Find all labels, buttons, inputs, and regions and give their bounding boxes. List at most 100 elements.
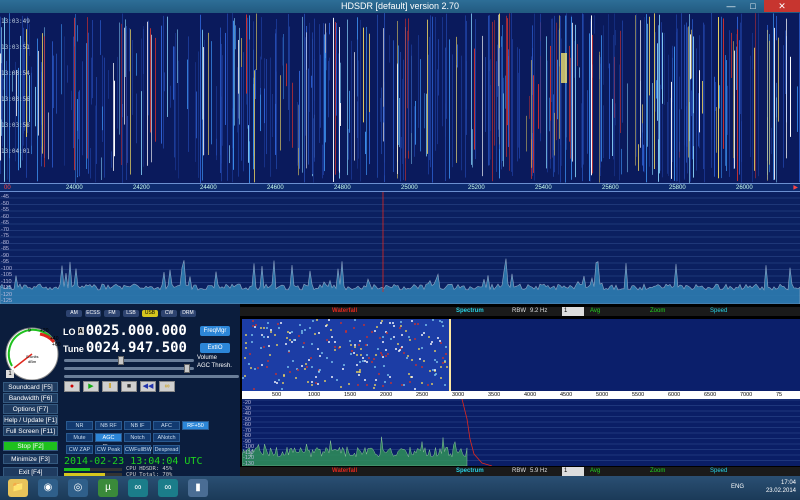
audio-freq-tick-label: 3500 xyxy=(488,392,501,398)
audio-freq-tick-label: 4500 xyxy=(560,392,573,398)
language-indicator[interactable]: ENG xyxy=(731,484,744,490)
audio-waterfall-image xyxy=(242,319,451,391)
dsp-button[interactable]: Despread xyxy=(153,445,180,454)
freq-tick-label: 25400 xyxy=(535,185,552,191)
arduino-2-icon[interactable]: ∞ xyxy=(158,479,178,497)
cpu-hdsdr-bar xyxy=(64,468,122,471)
audio-spectrum[interactable]: -20 -30 -40 -50 -60 -70 -80 -90 -100 -110 -120 -130 xyxy=(241,398,800,467)
audio-waterfall[interactable] xyxy=(242,319,800,391)
db-tick-label: -55 xyxy=(1,207,9,213)
arduino-icon[interactable]: ∞ xyxy=(128,479,148,497)
lo-value[interactable]: 0025.000.000 xyxy=(86,323,187,339)
transport-button[interactable]: ∞ xyxy=(159,381,175,392)
hdsdr-window: HDSDR [default] version 2.70 — □ ✕ 13:03… xyxy=(0,0,800,500)
tune-value[interactable]: 0024.947.500 xyxy=(86,340,187,356)
audio-freq-tick-label: 3000 xyxy=(452,392,465,398)
minimize-window-icon[interactable]: — xyxy=(720,0,742,12)
audio-freq-tick-label: 500 xyxy=(272,392,282,398)
volume-slider[interactable] xyxy=(64,356,194,365)
meter-badge[interactable]: 1 xyxy=(6,370,14,378)
utorrent-icon[interactable]: µ xyxy=(98,479,118,497)
bottom-rbw-label: RBW xyxy=(512,468,526,474)
bottom-spectrum-label: Spectrum xyxy=(456,468,484,474)
dsp-button[interactable]: ANotch xyxy=(153,433,180,442)
dsp-button[interactable]: Mute xyxy=(66,433,93,442)
app-circle-icon[interactable]: ◎ xyxy=(68,479,88,497)
volume-knob[interactable] xyxy=(118,356,124,365)
maximize-window-icon[interactable]: □ xyxy=(742,0,764,12)
transport-button[interactable]: ■ xyxy=(121,381,137,392)
main-spectrum[interactable]: -45 -50 -55 -60 -65 -70 -75 -80 -85 -90 -95 -100 -10… xyxy=(0,192,800,305)
freq-tick-label: 26000 xyxy=(736,185,753,191)
mode-cw-button[interactable]: CW xyxy=(161,310,177,317)
bottom-speed-label: Speed xyxy=(710,468,728,474)
audio-freq-tick-label: 5000 xyxy=(596,392,609,398)
audio-spectrum-trace xyxy=(241,398,800,467)
extio-button[interactable]: ExtIO xyxy=(200,343,230,353)
mode-lsb-button[interactable]: LSB xyxy=(123,310,139,317)
agc-knob[interactable] xyxy=(184,364,190,373)
close-window-icon[interactable]: ✕ xyxy=(764,0,800,12)
hdsdr-taskbar-icon[interactable]: ▮ xyxy=(188,479,208,497)
agc-slider[interactable] xyxy=(64,364,194,373)
main-waterfall[interactable]: 13:03:49 13:03:51 13:03:54 13:03:56 13:03:58… xyxy=(0,13,800,183)
mode-drm-button[interactable]: DRM xyxy=(180,310,196,317)
lo-frequency[interactable]: LO A 0025.000.000 xyxy=(63,323,187,339)
nav-button[interactable]: Options [F7] xyxy=(3,404,58,414)
nav-button[interactable]: Full Screen [F11] xyxy=(3,426,58,436)
transport-button[interactable]: ◀◀ xyxy=(140,381,156,392)
dsp-button[interactable]: NB IF xyxy=(124,421,151,430)
transport-button[interactable]: ● xyxy=(64,381,80,392)
tune-frequency[interactable]: Tune 0024.947.500 xyxy=(63,340,187,356)
dsp-button[interactable]: AGC Slow xyxy=(95,433,122,450)
chrome-icon[interactable]: ◉ xyxy=(38,479,58,497)
nav-button[interactable]: Help / Update [F1] xyxy=(3,415,58,425)
freq-tick-label: 25200 xyxy=(468,185,485,191)
meter-scale-9: 9 xyxy=(28,328,31,334)
mode-am-button[interactable]: AM xyxy=(66,310,82,317)
volume-label: Volume xyxy=(197,355,218,361)
db-tick-label: -90 xyxy=(1,252,9,259)
transport-button[interactable]: Ⅱ xyxy=(102,381,118,392)
audio-freq-tick-label: 2500 xyxy=(416,392,429,398)
dsp-button[interactable]: CW Peak xyxy=(95,445,122,454)
dsp-button[interactable]: Notch xyxy=(124,433,151,442)
dsp-button[interactable]: CWFullBW xyxy=(124,445,152,454)
frequency-axis[interactable]: 00 24000 24200 24400 24600 24800 25000 25200 25… xyxy=(0,183,800,192)
bottom-avg-select[interactable]: 1 xyxy=(562,467,584,476)
audio-freq-tick-label: 2000 xyxy=(380,392,393,398)
explorer-icon[interactable]: 📁 xyxy=(8,479,28,497)
control-panel: AM ECSS FM LSB USB CW DRM +20 +40 9 +60 S-unit… xyxy=(0,304,240,478)
dsp-button[interactable]: NR xyxy=(66,421,93,430)
freq-axis-end-arrow-icon[interactable]: ▶ xyxy=(793,184,798,192)
dsp-button[interactable]: CW ZAP xyxy=(66,445,93,454)
taskbar-clock[interactable]: 17:04 23.02.2014 xyxy=(766,479,796,495)
freqmgr-button[interactable]: FreqMgr xyxy=(200,326,230,336)
nav-button[interactable]: Minimize [F3] xyxy=(3,454,58,464)
dsp-button[interactable]: NB RF xyxy=(95,421,122,430)
windows-taskbar: 📁 ◉ ◎ µ ∞ ∞ ▮ ENG 17:04 23.02.2014 xyxy=(0,476,800,500)
mode-usb-button[interactable]: USB xyxy=(142,310,158,317)
audio-freq-tick-label: 7000 xyxy=(740,392,753,398)
nav-button[interactable]: Soundcard [F5] xyxy=(3,382,58,392)
db-tick-label: -100 xyxy=(1,265,13,272)
dsp-button[interactable]: RF+50 xyxy=(182,421,209,430)
transport-button[interactable]: ▶ xyxy=(83,381,99,392)
position-slider[interactable] xyxy=(64,375,239,378)
bottom-avg-label: Avg xyxy=(590,468,601,474)
nav-button[interactable]: Stop [F2] xyxy=(3,441,58,451)
window-title: HDSDR [default] version 2.70 xyxy=(340,1,460,11)
freq-tick-label: 24400 xyxy=(200,185,217,191)
lo-badge[interactable]: A xyxy=(77,327,84,335)
nav-button[interactable]: Bandwidth [F6] xyxy=(3,393,58,403)
waterfall-time-label: 13:04:01 xyxy=(1,148,30,155)
mode-fm-button[interactable]: FM xyxy=(104,310,120,317)
avg-label: Avg xyxy=(590,308,601,314)
dsp-button[interactable]: AFC xyxy=(153,421,180,430)
mode-ecss-button[interactable]: ECSS xyxy=(85,310,101,317)
rbw-value: 9.2 Hz xyxy=(530,308,548,314)
avg-select[interactable]: 1 xyxy=(562,307,584,316)
spectrum-trace xyxy=(0,192,800,305)
waterfall-time-label: 13:03:54 xyxy=(1,70,30,77)
waterfall-time-label: 13:03:51 xyxy=(1,44,30,51)
